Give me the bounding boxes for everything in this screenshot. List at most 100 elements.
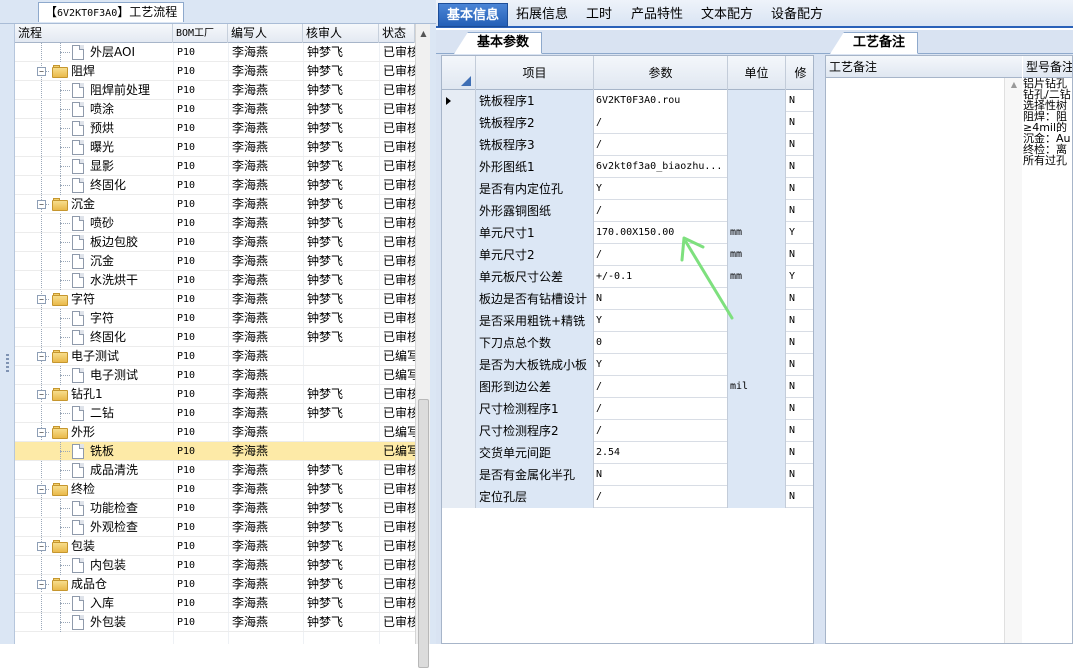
param-row[interactable]: 单元板尺寸公差 +/-0.1 mm Y: [442, 266, 813, 288]
tree-row[interactable]: 内包装 P10 李海燕 钟梦飞 已审核: [15, 556, 415, 575]
param-modify-cell[interactable]: N: [786, 288, 813, 310]
collapse-icon[interactable]: −: [37, 390, 46, 399]
tree-row[interactable]: − 外形 P10 李海燕 已编写: [15, 423, 415, 442]
param-value-cell[interactable]: /: [594, 420, 728, 442]
remark-scrollbar[interactable]: ▲: [1004, 78, 1023, 643]
row-selector[interactable]: [442, 310, 476, 332]
process-remark-column[interactable]: 工艺备注 ▲: [826, 56, 1023, 643]
row-selector[interactable]: [442, 398, 476, 420]
collapse-icon[interactable]: −: [37, 542, 46, 551]
tree-row[interactable]: 二钻 P10 李海燕 钟梦飞 已审核: [15, 404, 415, 423]
tree-row[interactable]: 阻焊前处理 P10 李海燕 钟梦飞 已审核: [15, 81, 415, 100]
tree-row[interactable]: 预烘 P10 李海燕 钟梦飞 已审核: [15, 119, 415, 138]
param-value-cell[interactable]: /: [594, 200, 728, 222]
param-row[interactable]: 下刀点总个数 0 N: [442, 332, 813, 354]
param-modify-cell[interactable]: N: [786, 464, 813, 486]
param-modify-cell[interactable]: N: [786, 112, 813, 134]
param-unit-cell[interactable]: [728, 442, 786, 464]
process-flow-tab[interactable]: 【6V2KT0F3A0】工艺流程: [38, 2, 185, 22]
param-unit-cell[interactable]: [728, 486, 786, 508]
param-row[interactable]: 外形图纸1 6v2kt0f3a0_biaozhu... N: [442, 156, 813, 178]
row-selector[interactable]: [442, 354, 476, 376]
tab-product-features[interactable]: 产品特性: [623, 3, 691, 27]
param-modify-cell[interactable]: N: [786, 178, 813, 200]
row-selector[interactable]: [442, 288, 476, 310]
param-unit-cell[interactable]: [728, 398, 786, 420]
tree-row[interactable]: 电子测试 P10 李海燕 已编写: [15, 366, 415, 385]
param-row[interactable]: 外形露铜图纸 / N: [442, 200, 813, 222]
param-value-cell[interactable]: Y: [594, 354, 728, 376]
tab-equipment-recipe[interactable]: 设备配方: [763, 3, 831, 27]
param-value-cell[interactable]: /: [594, 134, 728, 156]
param-row[interactable]: 铣板程序2/ N: [442, 112, 813, 134]
tree-scrollbar[interactable]: ▲: [415, 24, 431, 668]
tree-row[interactable]: − 电子测试 P10 李海燕 已编写: [15, 347, 415, 366]
param-modify-cell[interactable]: N: [786, 134, 813, 156]
model-remark-text[interactable]: 铝片钻孔 钻孔/二钻 选择性树 阻焊：阻 ≥4mil的 沉金：Au 终检：离 所…: [1023, 78, 1072, 166]
left-collapse-strip[interactable]: [0, 24, 15, 644]
param-unit-cell[interactable]: [728, 464, 786, 486]
grid-corner[interactable]: [442, 56, 476, 90]
col-header-reviewer[interactable]: 核审人: [303, 24, 379, 43]
tree-row[interactable]: 喷砂 P10 李海燕 钟梦飞 已审核: [15, 214, 415, 233]
param-unit-cell[interactable]: mil: [728, 376, 786, 398]
param-modify-cell[interactable]: N: [786, 244, 813, 266]
tree-row[interactable]: 功能检查 P10 李海燕 钟梦飞 已审核: [15, 499, 415, 518]
tree-row[interactable]: − 沉金 P10 李海燕 钟梦飞 已审核: [15, 195, 415, 214]
tab-extended-info[interactable]: 拓展信息: [508, 3, 576, 27]
param-value-cell[interactable]: /: [594, 376, 728, 398]
param-modify-cell[interactable]: N: [786, 354, 813, 376]
scroll-up-icon[interactable]: ▲: [1005, 80, 1023, 89]
param-unit-cell[interactable]: [728, 90, 786, 112]
tree-row[interactable]: 终固化 P10 李海燕 钟梦飞 已审核: [15, 176, 415, 195]
param-modify-cell[interactable]: N: [786, 90, 813, 112]
tree-row[interactable]: 显影 P10 李海燕 钟梦飞 已审核: [15, 157, 415, 176]
param-unit-cell[interactable]: [728, 178, 786, 200]
param-value-cell[interactable]: 0: [594, 332, 728, 354]
row-selector[interactable]: [442, 420, 476, 442]
tree-row[interactable]: 铣板 P10 李海燕 已编写: [15, 442, 415, 461]
param-unit-cell[interactable]: [728, 156, 786, 178]
tree-row[interactable]: − 字符 P10 李海燕 钟梦飞 已审核: [15, 290, 415, 309]
param-unit-cell[interactable]: [728, 200, 786, 222]
row-selector[interactable]: [442, 266, 476, 288]
tree-row[interactable]: 外层AOI P10 李海燕 钟梦飞 已审核: [15, 43, 415, 62]
row-selector[interactable]: [442, 156, 476, 178]
param-row[interactable]: 单元尺寸1 170.00X150.00 mm Y: [442, 222, 813, 244]
param-row[interactable]: 是否为大板铣成小板 Y N: [442, 354, 813, 376]
tree-row[interactable]: 入库 P10 李海燕 钟梦飞 已审核: [15, 594, 415, 613]
param-unit-cell[interactable]: [728, 354, 786, 376]
tree-row[interactable]: 终固化 P10 李海燕 钟梦飞 已审核: [15, 328, 415, 347]
col-header-bom-factory[interactable]: BOM工厂: [173, 24, 228, 43]
param-row[interactable]: 是否有内定位孔 Y N: [442, 178, 813, 200]
tree-row[interactable]: 水洗烘干 P10 李海燕 钟梦飞 已审核: [15, 271, 415, 290]
tree-row[interactable]: 字符 P10 李海燕 钟梦飞 已审核: [15, 309, 415, 328]
tab-work-hours[interactable]: 工时: [578, 3, 620, 27]
scroll-up-icon[interactable]: ▲: [416, 26, 431, 41]
param-modify-cell[interactable]: N: [786, 200, 813, 222]
row-selector[interactable]: [442, 332, 476, 354]
row-selector[interactable]: [442, 464, 476, 486]
collapse-icon[interactable]: −: [37, 295, 46, 304]
collapse-icon[interactable]: −: [37, 485, 46, 494]
param-modify-cell[interactable]: N: [786, 486, 813, 508]
param-modify-cell[interactable]: Y: [786, 222, 813, 244]
tab-text-recipe[interactable]: 文本配方: [693, 3, 761, 27]
param-row[interactable]: 单元尺寸2/mm N: [442, 244, 813, 266]
row-selector[interactable]: [442, 134, 476, 156]
row-selector[interactable]: [442, 376, 476, 398]
param-value-cell[interactable]: /: [594, 398, 728, 420]
collapse-icon[interactable]: −: [37, 67, 46, 76]
tree-row[interactable]: − 终检 P10 李海燕 钟梦飞 已审核: [15, 480, 415, 499]
param-unit-cell[interactable]: [728, 112, 786, 134]
tree-row[interactable]: 沉金 P10 李海燕 钟梦飞 已审核: [15, 252, 415, 271]
param-row[interactable]: 尺寸检测程序2/ N: [442, 420, 813, 442]
param-modify-cell[interactable]: Y: [786, 266, 813, 288]
param-row[interactable]: 是否采用粗铣+精铣 Y N: [442, 310, 813, 332]
param-row[interactable]: 铣板程序3/ N: [442, 134, 813, 156]
row-selector[interactable]: [442, 200, 476, 222]
tree-row[interactable]: 外观检查 P10 李海燕 钟梦飞 已审核: [15, 518, 415, 537]
param-row[interactable]: 板边是否有钻槽设计 N N: [442, 288, 813, 310]
param-modify-cell[interactable]: N: [786, 420, 813, 442]
col-header-status[interactable]: 状态: [379, 24, 415, 43]
